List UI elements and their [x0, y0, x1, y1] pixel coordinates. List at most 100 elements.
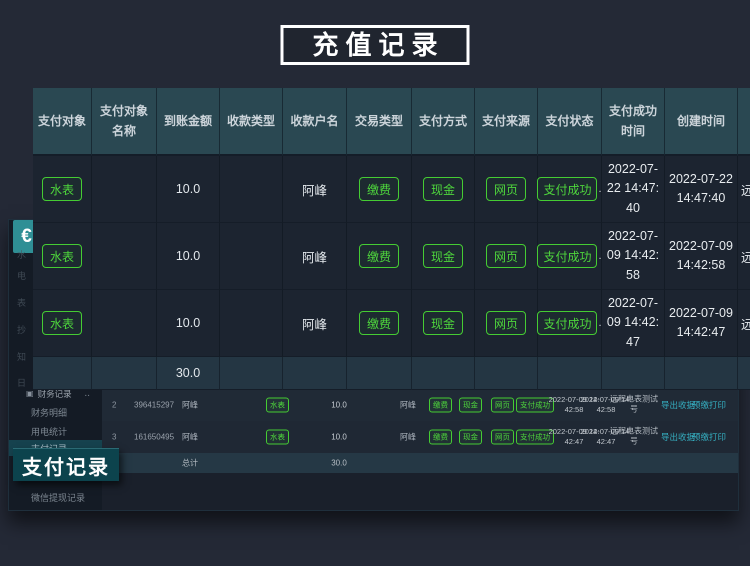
cell-pay-method: 现金 [412, 156, 475, 223]
export-receipt-link[interactable]: 导出收据 [661, 399, 695, 411]
col-trade-type: 交易类型 [347, 88, 412, 156]
target-name: 阿峰 [182, 400, 198, 411]
pay-method-tag: 现金 [459, 398, 482, 413]
col-amount: 到账金额 [157, 88, 220, 156]
pay-source-tag: 网页 [491, 398, 514, 413]
cell-payee: 阿峰 [283, 223, 347, 290]
col-pay-source: 支付来源 [475, 88, 538, 156]
cell-amount: 10.0 [157, 290, 220, 357]
target-tag: 水表 [42, 311, 82, 335]
total-amount: 30.0 [321, 459, 357, 468]
sidebar-item-electric-stats[interactable]: 用电统计 [9, 423, 102, 439]
cell-trade-type: 缴费 [347, 290, 412, 357]
cell-payee: 阿峰 [283, 290, 347, 357]
cell-create-time: 2022-07-22 14:47:40 [665, 156, 738, 223]
sidebar-item-fragment: 水 [17, 248, 26, 261]
cell-recv-type [220, 290, 283, 357]
status-badge: 支付成功 [537, 311, 597, 335]
row-number: 2 [112, 401, 116, 410]
cell-target-name [92, 223, 157, 290]
cell-amount: 10.0 [157, 156, 220, 223]
cell-empty [33, 357, 92, 390]
target-tag: 水表 [42, 244, 82, 268]
col-pay-target: 支付对象 [33, 88, 92, 156]
cell-empty [475, 357, 538, 390]
cell-empty [347, 357, 412, 390]
trade-type-tag: 缴费 [429, 430, 452, 445]
col-success-time: 支付成功时间 [602, 88, 665, 156]
table-summary-row: 总计 30.0 [102, 453, 738, 473]
cell-pay-status: 支付成功. [538, 290, 602, 357]
cell-trade-type: 缴费 [347, 156, 412, 223]
sidebar-item-finance-detail[interactable]: 财务明细 [9, 404, 102, 420]
col-remark [738, 88, 750, 156]
cell-remark-partial: 远 [738, 223, 750, 290]
payment-records-callout: 支付记录 [13, 448, 119, 481]
cell-total-amount: 30.0 [157, 357, 220, 390]
target-name: 阿峰 [182, 432, 198, 443]
pay-method-tag: 现金 [423, 244, 463, 268]
cell-create-time: 2022-07-09 14:42:47 [665, 290, 738, 357]
table-row: 水表 10.0 阿峰 缴费 现金 网页 支付成功. 2022-07-09 14:… [33, 290, 750, 357]
prepay-print-link[interactable]: 预缴打印 [692, 399, 726, 411]
pay-source-tag: 网页 [486, 244, 526, 268]
cell-pay-source: 网页 [475, 156, 538, 223]
total-label: 总计 [182, 458, 198, 469]
cell-recv-type [220, 156, 283, 223]
cell-create-time: 2022-07-09 14:42:58 [665, 223, 738, 290]
pay-method-tag: 现金 [423, 177, 463, 201]
cell-success-time: 2022-07-09 14:42:58 [602, 223, 665, 290]
prepay-print-link[interactable]: 预缴打印 [692, 431, 726, 443]
cell-remark-partial: 远 [738, 290, 750, 357]
cell-pay-method: 现金 [412, 223, 475, 290]
pay-source-tag: 网页 [486, 311, 526, 335]
sidebar-item-wechat-withdraw[interactable]: 微信提现记录 [9, 489, 102, 505]
recharge-records-table: 支付对象 支付对象名称 到账金额 收款类型 收款户名 交易类型 支付方式 支付来… [33, 88, 750, 390]
payee: 阿峰 [400, 400, 416, 411]
pay-method-tag: 现金 [423, 311, 463, 335]
col-target-name: 支付对象名称 [92, 88, 157, 156]
cell-success-time: 2022-07-22 14:47:40 [602, 156, 665, 223]
cell-remark-partial: 远 [738, 156, 750, 223]
target-tag: 水表 [42, 177, 82, 201]
status-badge: 支付成功 [537, 177, 597, 201]
trade-type-tag: 缴费 [429, 398, 452, 413]
cell-trade-type: 缴费 [347, 223, 412, 290]
cell-payee: 阿峰 [283, 156, 347, 223]
cell-recv-type [220, 223, 283, 290]
cell-pay-target: 水表 [33, 156, 92, 223]
pay-source-tag: 网页 [491, 430, 514, 445]
table-row: 水表 10.0 阿峰 缴费 现金 网页 支付成功. 2022-07-22 14:… [33, 156, 750, 223]
order-id: 396415297 [134, 401, 174, 410]
cell-empty [283, 357, 347, 390]
export-receipt-link[interactable]: 导出收据 [661, 431, 695, 443]
table-header-row: 支付对象 支付对象名称 到账金额 收款类型 收款户名 交易类型 支付方式 支付来… [33, 88, 750, 156]
order-id: 161650495 [134, 433, 174, 442]
col-create-time: 创建时间 [665, 88, 738, 156]
sidebar-item-fragment: 抄 [17, 323, 26, 336]
status-badge: 支付成功 [537, 244, 597, 268]
table-row: 3 161650495 阿峰 水表 10.0 阿峰 缴费 现金 网页 支付成功 … [102, 421, 738, 454]
target-tag: 水表 [266, 430, 289, 445]
col-recv-type: 收款类型 [220, 88, 283, 156]
cell-empty [602, 357, 665, 390]
trade-type-tag: 缴费 [359, 244, 399, 268]
sidebar-item-fragment: 电 [17, 269, 26, 282]
cell-empty [665, 357, 738, 390]
cell-pay-target: 水表 [33, 223, 92, 290]
cell-pay-status: 支付成功. [538, 156, 602, 223]
cell-pay-source: 网页 [475, 290, 538, 357]
cell-empty [92, 357, 157, 390]
pay-method-tag: 现金 [459, 430, 482, 445]
amount: 10.0 [321, 433, 357, 442]
trade-type-tag: 缴费 [359, 177, 399, 201]
cell-pay-target: 水表 [33, 290, 92, 357]
row-number: 3 [112, 433, 116, 442]
col-pay-status: 支付状态 [538, 88, 602, 156]
col-pay-method: 支付方式 [412, 88, 475, 156]
target-tag: 水表 [266, 398, 289, 413]
cell-pay-method: 现金 [412, 290, 475, 357]
page-title-text: 充值记录 [305, 30, 444, 60]
table-row: 水表 10.0 阿峰 缴费 现金 网页 支付成功. 2022-07-09 14:… [33, 223, 750, 290]
page-title: 充值记录 [280, 25, 469, 65]
